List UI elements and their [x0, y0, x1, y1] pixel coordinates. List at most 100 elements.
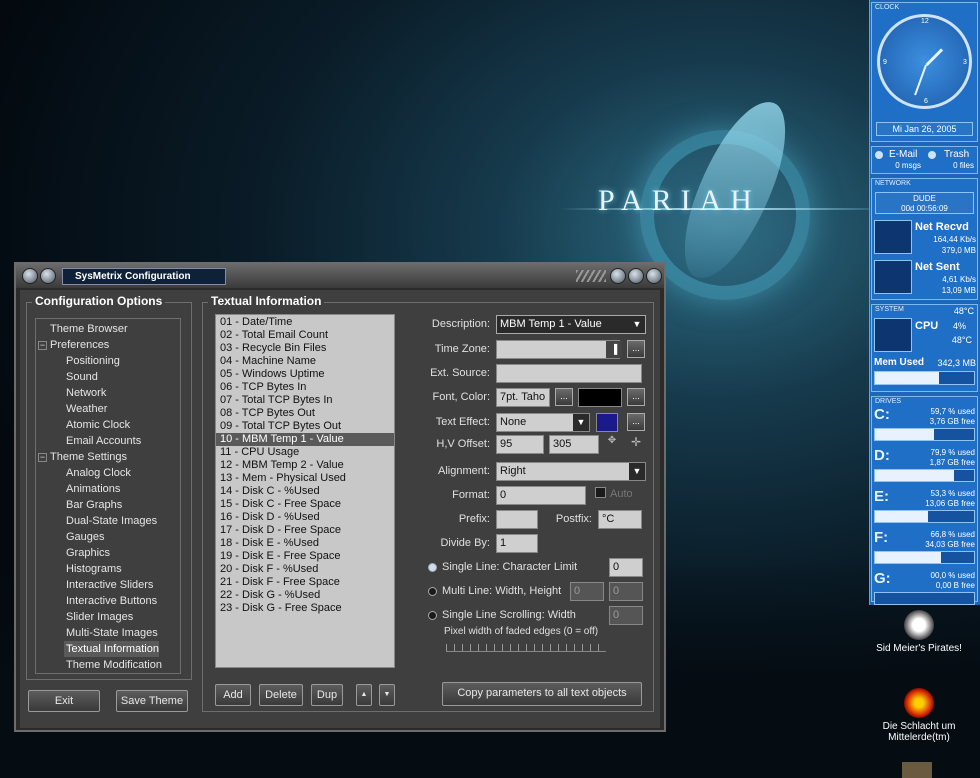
- list-item[interactable]: 11 - CPU Usage: [216, 446, 394, 459]
- collapse-icon[interactable]: −: [38, 453, 47, 462]
- single-line-limit-input[interactable]: 0: [609, 558, 643, 577]
- text-effect-chevron-icon[interactable]: ▼: [573, 414, 589, 431]
- effect-color-swatch[interactable]: [596, 413, 618, 432]
- timezone-input[interactable]: [496, 340, 620, 359]
- list-item[interactable]: 06 - TCP Bytes In: [216, 381, 394, 394]
- tree-item[interactable]: Network: [36, 385, 180, 401]
- v-offset-input[interactable]: 305: [549, 435, 599, 454]
- list-item[interactable]: 23 - Disk G - Free Space: [216, 602, 394, 615]
- tree-item[interactable]: Graphics: [36, 545, 180, 561]
- pin-icon[interactable]: [40, 268, 56, 284]
- auto-checkbox[interactable]: [595, 487, 606, 498]
- h-offset-input[interactable]: 95: [496, 435, 544, 454]
- tree-item[interactable]: Theme Browser: [36, 321, 180, 337]
- list-item[interactable]: 22 - Disk G - %Used: [216, 589, 394, 602]
- desktop-icon-partial[interactable]: [902, 762, 932, 778]
- pixel-width-slider[interactable]: [446, 644, 606, 652]
- list-item[interactable]: 21 - Disk F - Free Space: [216, 576, 394, 589]
- desktop-icon-pirates[interactable]: Sid Meier's Pirates!: [864, 610, 974, 654]
- tree-item[interactable]: Gauges: [36, 529, 180, 545]
- list-item[interactable]: 18 - Disk E - %Used: [216, 537, 394, 550]
- tree-item[interactable]: Slider Images: [36, 609, 180, 625]
- tree-item[interactable]: Interactive Buttons: [36, 593, 180, 609]
- tree-item[interactable]: Analog Clock: [36, 465, 180, 481]
- scrolling-width-input[interactable]: 0: [609, 606, 643, 625]
- tree-item[interactable]: Bar Graphs: [36, 497, 180, 513]
- maximize-button[interactable]: [628, 268, 644, 284]
- list-item[interactable]: 20 - Disk F - %Used: [216, 563, 394, 576]
- font-color-button[interactable]: ...: [627, 388, 645, 406]
- list-item[interactable]: 13 - Mem - Physical Used: [216, 472, 394, 485]
- list-item[interactable]: 19 - Disk E - Free Space: [216, 550, 394, 563]
- timezone-dropdown[interactable]: ▐: [606, 341, 622, 358]
- move-down-button[interactable]: ▼: [379, 684, 395, 706]
- clock-minute-hand: [914, 64, 927, 96]
- offset-spinner-icon[interactable]: ✥: [604, 435, 620, 454]
- font-browse-button[interactable]: ...: [555, 388, 573, 406]
- single-line-radio[interactable]: [428, 563, 437, 572]
- list-item[interactable]: 07 - Total TCP Bytes In: [216, 394, 394, 407]
- trash-widget[interactable]: Trash 0 files: [926, 148, 976, 172]
- list-item[interactable]: 03 - Recycle Bin Files: [216, 342, 394, 355]
- collapse-icon[interactable]: −: [38, 341, 47, 350]
- multi-line-radio[interactable]: [428, 587, 437, 596]
- alignment-select[interactable]: Right: [496, 462, 646, 481]
- tree-item[interactable]: Histograms: [36, 561, 180, 577]
- tree-item[interactable]: − Preferences: [36, 337, 180, 353]
- desktop-icon-mittelerde[interactable]: Die Schlacht um Mittelerde(tm): [864, 688, 974, 743]
- dup-button[interactable]: Dup: [311, 684, 343, 706]
- tree-item[interactable]: Positioning: [36, 353, 180, 369]
- email-widget[interactable]: E-Mail 0 msgs: [873, 148, 923, 172]
- tree-item[interactable]: Atomic Clock: [36, 417, 180, 433]
- close-button[interactable]: [646, 268, 662, 284]
- list-item[interactable]: 14 - Disk C - %Used: [216, 485, 394, 498]
- timezone-browse-button[interactable]: ...: [627, 340, 645, 358]
- copy-params-button[interactable]: Copy parameters to all text objects: [442, 682, 642, 706]
- list-item[interactable]: 05 - Windows Uptime: [216, 368, 394, 381]
- exit-button[interactable]: Exit: [28, 690, 100, 712]
- text-object-list[interactable]: 01 - Date/Time 02 - Total Email Count 03 -…: [215, 314, 395, 668]
- tree-item[interactable]: − Theme Settings: [36, 449, 180, 465]
- font-input[interactable]: 7pt. Taho: [496, 388, 550, 407]
- postfix-input[interactable]: °C: [598, 510, 642, 529]
- list-item[interactable]: 10 - MBM Temp 1 - Value: [216, 433, 394, 446]
- scrolling-radio[interactable]: [428, 611, 437, 620]
- list-item[interactable]: 08 - TCP Bytes Out: [216, 407, 394, 420]
- format-input[interactable]: 0: [496, 486, 586, 505]
- move-up-button[interactable]: ▲: [356, 684, 372, 706]
- crosshair-icon[interactable]: ✛: [627, 435, 645, 454]
- divide-input[interactable]: 1: [496, 534, 538, 553]
- tree-item[interactable]: Weather: [36, 401, 180, 417]
- list-item[interactable]: 17 - Disk D - Free Space: [216, 524, 394, 537]
- description-select[interactable]: MBM Temp 1 - Value: [496, 315, 646, 334]
- menu-icon[interactable]: [22, 268, 38, 284]
- chevron-down-icon[interactable]: ▼: [629, 316, 645, 333]
- list-item[interactable]: 04 - Machine Name: [216, 355, 394, 368]
- tree-item[interactable]: Interactive Sliders: [36, 577, 180, 593]
- save-theme-button[interactable]: Save Theme: [116, 690, 188, 712]
- tree-item[interactable]: Animations: [36, 481, 180, 497]
- prefix-input[interactable]: [496, 510, 538, 529]
- multi-width-input[interactable]: 0: [570, 582, 604, 601]
- multi-height-input[interactable]: 0: [609, 582, 643, 601]
- effect-color-button[interactable]: ...: [627, 413, 645, 431]
- tree-item[interactable]: Theme Modification: [36, 657, 180, 673]
- extsource-input[interactable]: [496, 364, 642, 383]
- add-button[interactable]: Add: [215, 684, 251, 706]
- list-item[interactable]: 16 - Disk D - %Used: [216, 511, 394, 524]
- list-item[interactable]: 12 - MBM Temp 2 - Value: [216, 459, 394, 472]
- list-item[interactable]: 01 - Date/Time: [216, 316, 394, 329]
- delete-button[interactable]: Delete: [259, 684, 303, 706]
- tree-item[interactable]: Textual Information: [64, 641, 159, 657]
- tree-item[interactable]: Dual-State Images: [36, 513, 180, 529]
- tree-item[interactable]: Email Accounts: [36, 433, 180, 449]
- minimize-button[interactable]: [610, 268, 626, 284]
- title-bar[interactable]: SysMetrix Configuration: [16, 264, 664, 288]
- list-item[interactable]: 09 - Total TCP Bytes Out: [216, 420, 394, 433]
- font-color-swatch[interactable]: [578, 388, 622, 407]
- alignment-chevron-icon[interactable]: ▼: [629, 463, 645, 480]
- list-item[interactable]: 02 - Total Email Count: [216, 329, 394, 342]
- tree-item[interactable]: Multi-State Images: [36, 625, 180, 641]
- tree-item[interactable]: Sound: [36, 369, 180, 385]
- list-item[interactable]: 15 - Disk C - Free Space: [216, 498, 394, 511]
